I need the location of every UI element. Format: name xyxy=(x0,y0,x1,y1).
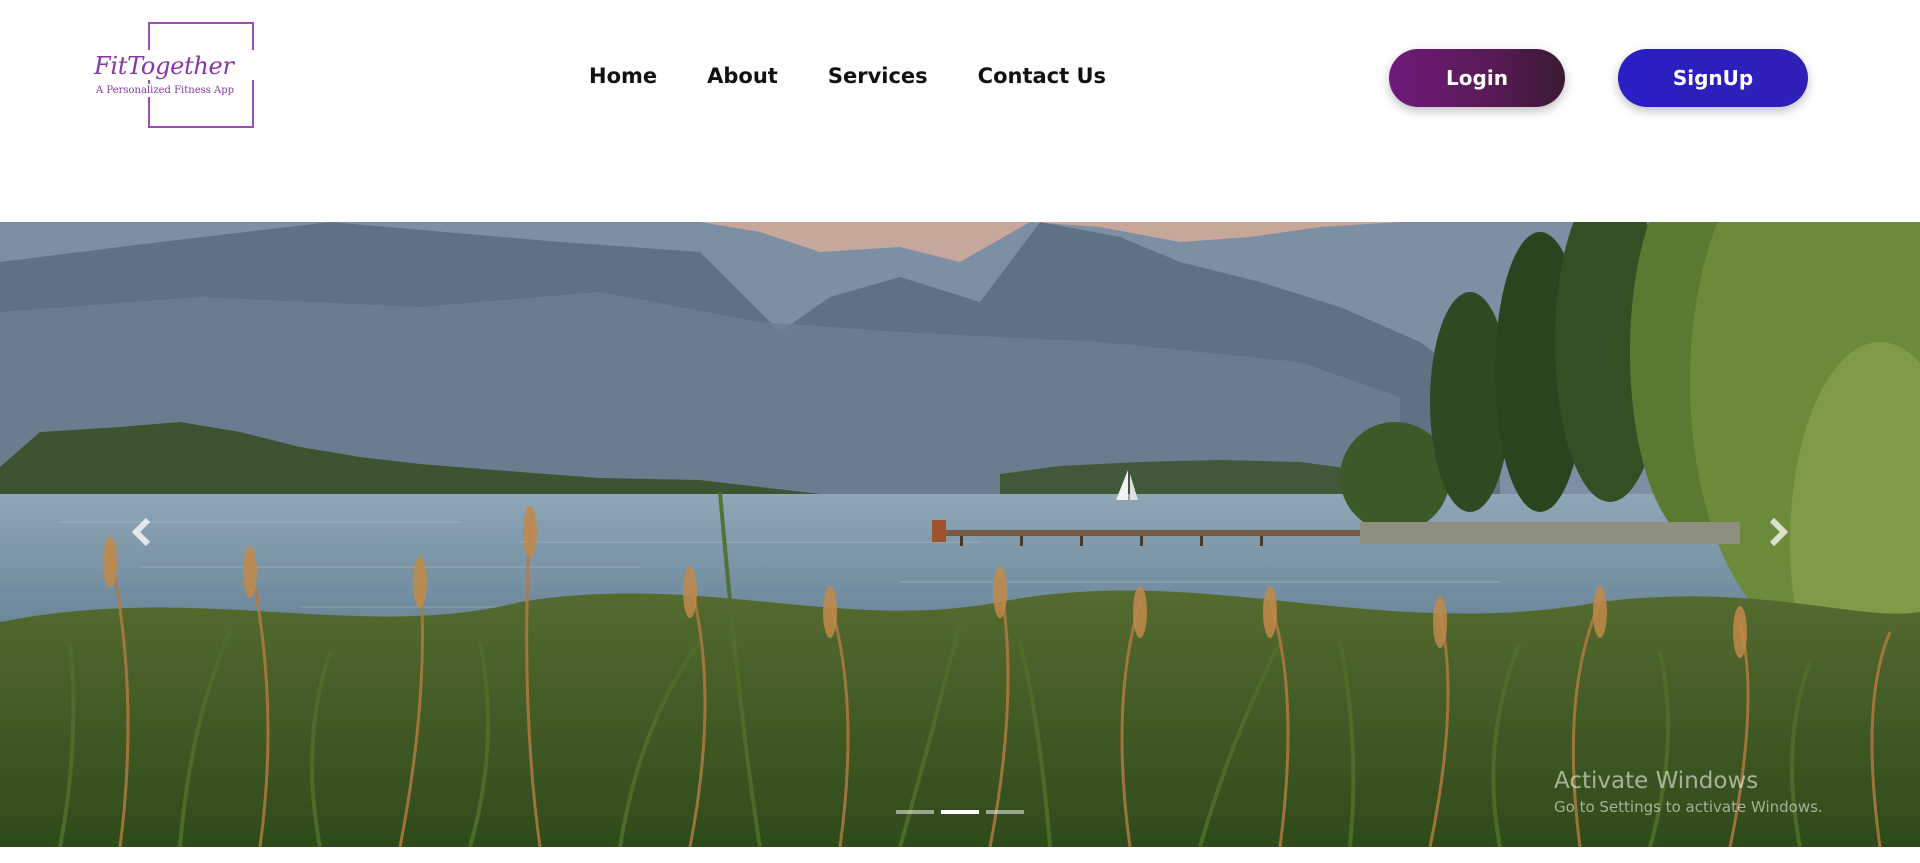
carousel-indicator-1[interactable] xyxy=(896,810,934,814)
nav-item-contact-us[interactable]: Contact Us xyxy=(978,64,1106,88)
chevron-right-icon xyxy=(1769,517,1789,547)
signup-button[interactable]: SignUp xyxy=(1618,49,1808,107)
nav-item-services[interactable]: Services xyxy=(828,64,928,88)
carousel-indicator-2[interactable] xyxy=(941,810,979,814)
activate-windows-watermark: Activate Windows Go to Settings to activ… xyxy=(1554,766,1823,818)
carousel-indicator-3[interactable] xyxy=(986,810,1024,814)
hero-carousel xyxy=(0,222,1920,847)
watermark-subtitle: Go to Settings to activate Windows. xyxy=(1554,798,1823,816)
site-header: FitTogether A Personalized Fitness App H… xyxy=(0,0,1920,222)
login-button[interactable]: Login xyxy=(1389,49,1565,107)
logo[interactable]: FitTogether A Personalized Fitness App xyxy=(92,22,258,132)
logo-subtitle: A Personalized Fitness App xyxy=(94,84,238,97)
nav-item-about[interactable]: About xyxy=(707,64,778,88)
carousel-next-button[interactable] xyxy=(1756,512,1796,552)
chevron-left-icon xyxy=(131,517,151,547)
carousel-indicators xyxy=(896,810,1024,814)
nav-item-home[interactable]: Home xyxy=(589,64,657,88)
carousel-prev-button[interactable] xyxy=(124,512,164,552)
main-nav: Home About Services Contact Us xyxy=(589,64,1106,88)
hero-slide-image xyxy=(0,222,1920,847)
watermark-title: Activate Windows xyxy=(1554,768,1759,794)
logo-title: FitTogether xyxy=(92,50,258,80)
